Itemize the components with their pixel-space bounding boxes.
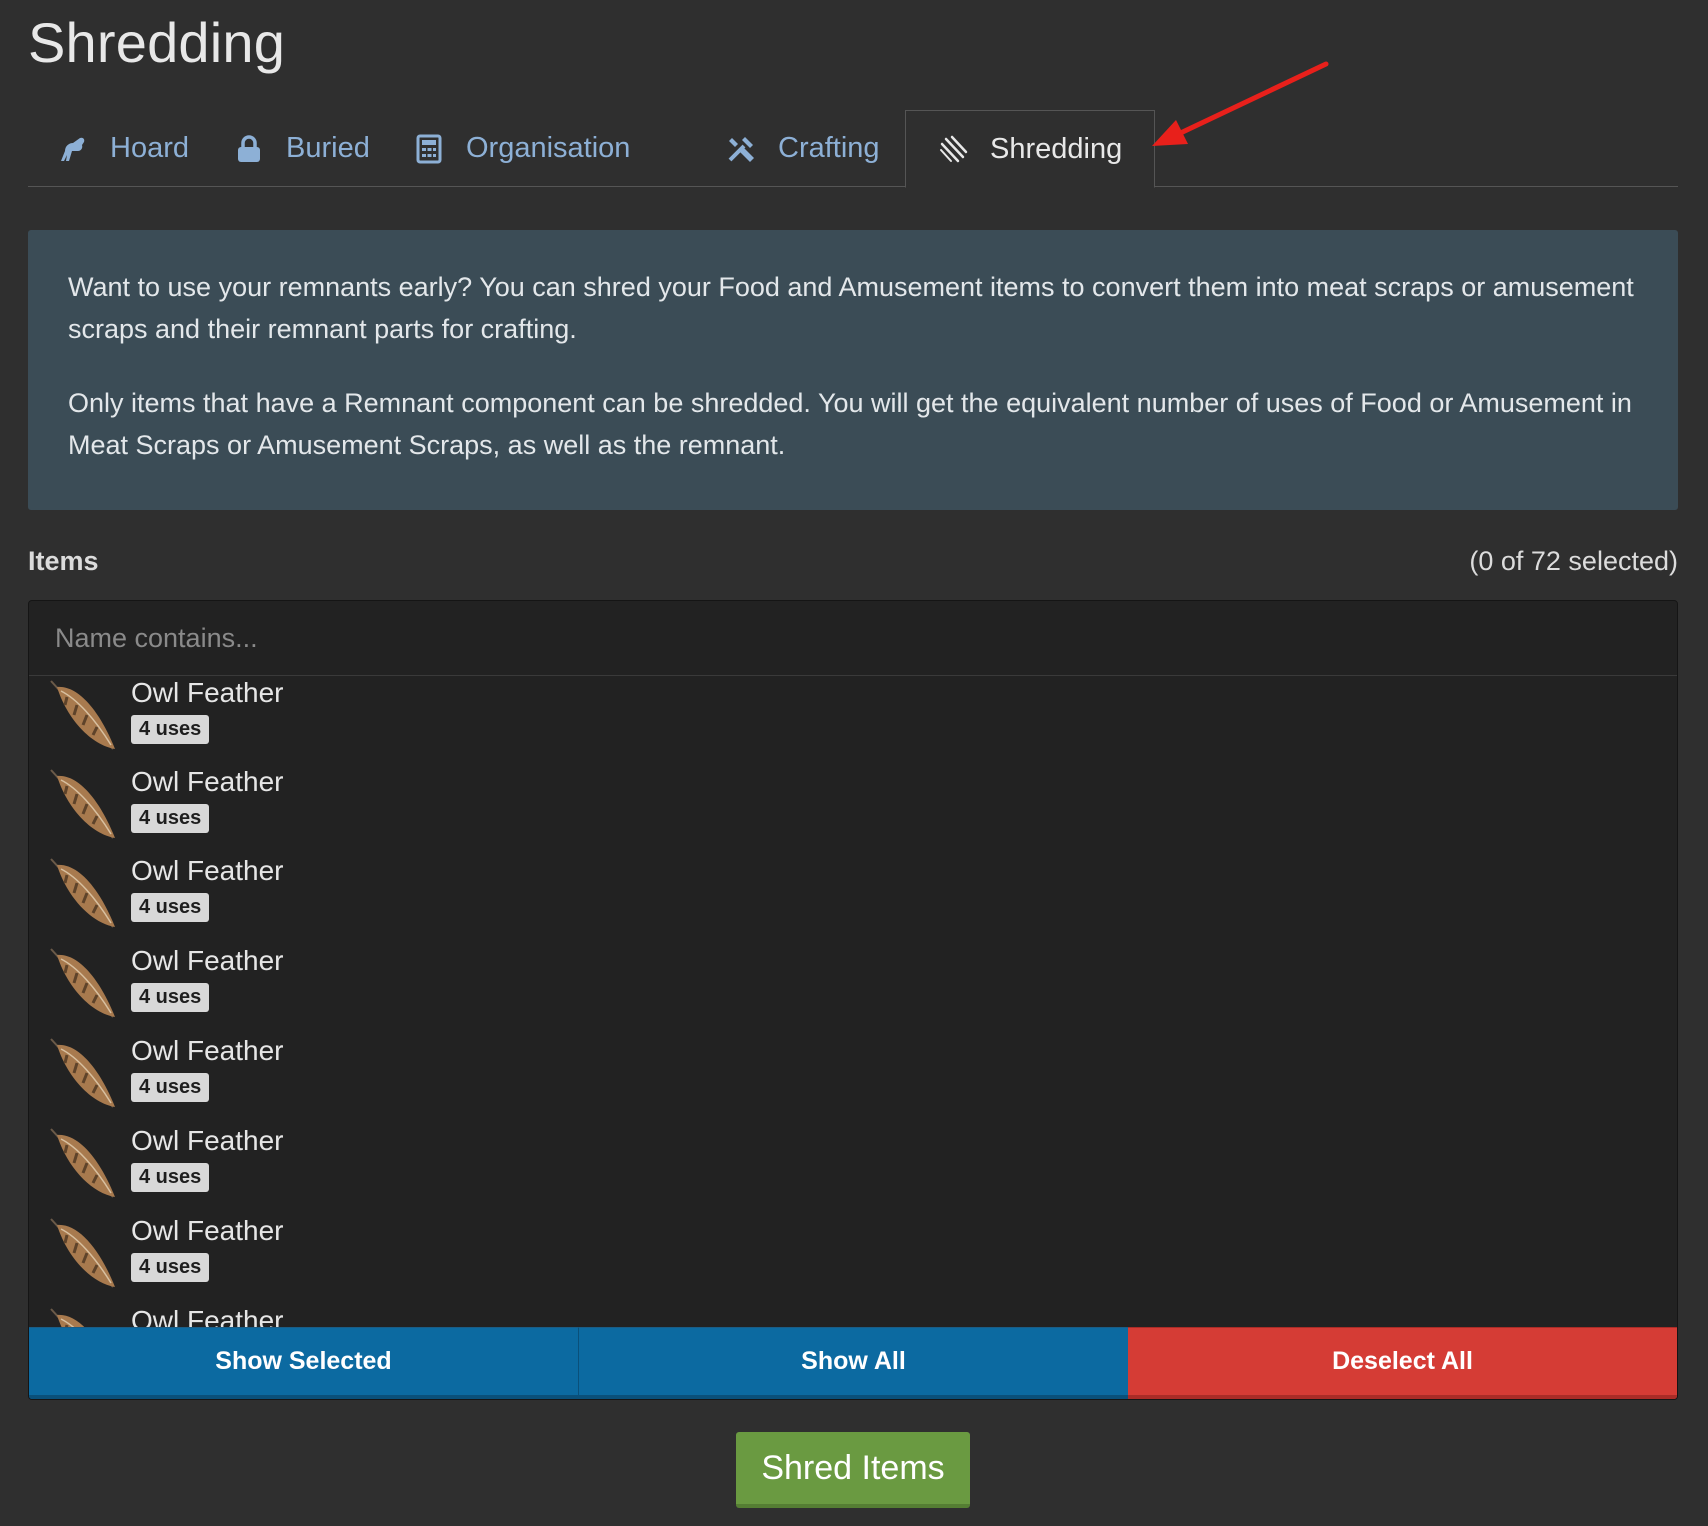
feather-icon — [50, 1038, 115, 1108]
list-item[interactable]: Owl Feather 4 uses — [29, 677, 1677, 767]
feather-icon — [50, 680, 115, 750]
lock-icon — [234, 134, 264, 164]
tab-buried[interactable]: Buried — [234, 110, 370, 187]
page-title: Shredding — [28, 11, 286, 74]
list-item[interactable]: Owl Feather 4 uses — [29, 1215, 1677, 1305]
uses-badge: 4 uses — [131, 1163, 210, 1192]
deselect-all-button[interactable]: Deselect All — [1128, 1327, 1677, 1399]
list-item[interactable]: Owl Feather — [29, 1305, 1677, 1329]
uses-badge: 4 uses — [131, 893, 210, 922]
item-name: Owl Feather — [131, 1305, 284, 1329]
item-name: Owl Feather — [131, 1035, 284, 1066]
uses-badge: 4 uses — [131, 983, 210, 1012]
list-actions: Show Selected Show All Deselect All — [29, 1327, 1677, 1399]
list-item[interactable]: Owl Feather 4 uses — [29, 855, 1677, 945]
dinosaur-icon — [58, 134, 88, 164]
annotation-arrow-icon — [1152, 61, 1329, 146]
tab-label: Organisation — [466, 132, 631, 164]
tab-shredding[interactable]: Shredding — [905, 110, 1156, 188]
tab-bar: Hoard Buried Organisation Crafting Shred… — [28, 110, 1678, 188]
shred-items-button[interactable]: Shred Items — [736, 1432, 970, 1508]
item-name: Owl Feather — [131, 855, 284, 886]
tab-label: Crafting — [778, 132, 880, 164]
tools-icon — [726, 134, 756, 164]
tab-label: Hoard — [110, 132, 189, 164]
calculator-icon — [414, 134, 444, 164]
uses-badge: 4 uses — [131, 804, 210, 833]
uses-badge: 4 uses — [131, 715, 210, 744]
tab-hoard[interactable]: Hoard — [58, 110, 189, 187]
list-item[interactable]: Owl Feather 4 uses — [29, 1035, 1677, 1125]
feather-icon — [50, 1308, 87, 1329]
item-name: Owl Feather — [131, 945, 284, 976]
claw-marks-icon — [938, 134, 968, 164]
info-panel: Want to use your remnants early? You can… — [28, 230, 1678, 510]
uses-badge: 4 uses — [131, 1253, 210, 1282]
info-text: Want to use your remnants early? You can… — [68, 272, 1634, 344]
tab-crafting[interactable]: Crafting — [726, 110, 880, 187]
show-selected-button[interactable]: Show Selected — [29, 1327, 578, 1399]
selection-count: (0 of 72 selected) — [1469, 546, 1678, 576]
list-item[interactable]: Owl Feather 4 uses — [29, 945, 1677, 1035]
feather-icon — [50, 769, 115, 839]
feather-icon — [50, 858, 115, 928]
item-name: Owl Feather — [131, 1215, 284, 1246]
list-item[interactable]: Owl Feather 4 uses — [29, 766, 1677, 856]
tab-label: Buried — [286, 132, 370, 164]
tab-organisation[interactable]: Organisation — [414, 110, 630, 187]
feather-icon — [50, 1218, 115, 1288]
tab-label: Shredding — [990, 132, 1123, 165]
items-box: Owl Feather 4 uses Owl Feather 4 uses Ow… — [28, 600, 1678, 1400]
show-all-button[interactable]: Show All — [578, 1327, 1128, 1399]
list-item[interactable]: Owl Feather 4 uses — [29, 1125, 1677, 1215]
item-name: Owl Feather — [131, 677, 284, 708]
items-heading: Items — [28, 546, 99, 576]
item-name: Owl Feather — [131, 1125, 284, 1156]
feather-icon — [50, 1128, 115, 1198]
info-text: Only items that have a Remnant component… — [68, 388, 1632, 460]
search-input[interactable] — [29, 601, 1677, 676]
item-list[interactable]: Owl Feather 4 uses Owl Feather 4 uses Ow… — [29, 677, 1677, 1329]
feather-icon — [50, 948, 115, 1018]
item-name: Owl Feather — [131, 766, 284, 797]
uses-badge: 4 uses — [131, 1073, 210, 1102]
